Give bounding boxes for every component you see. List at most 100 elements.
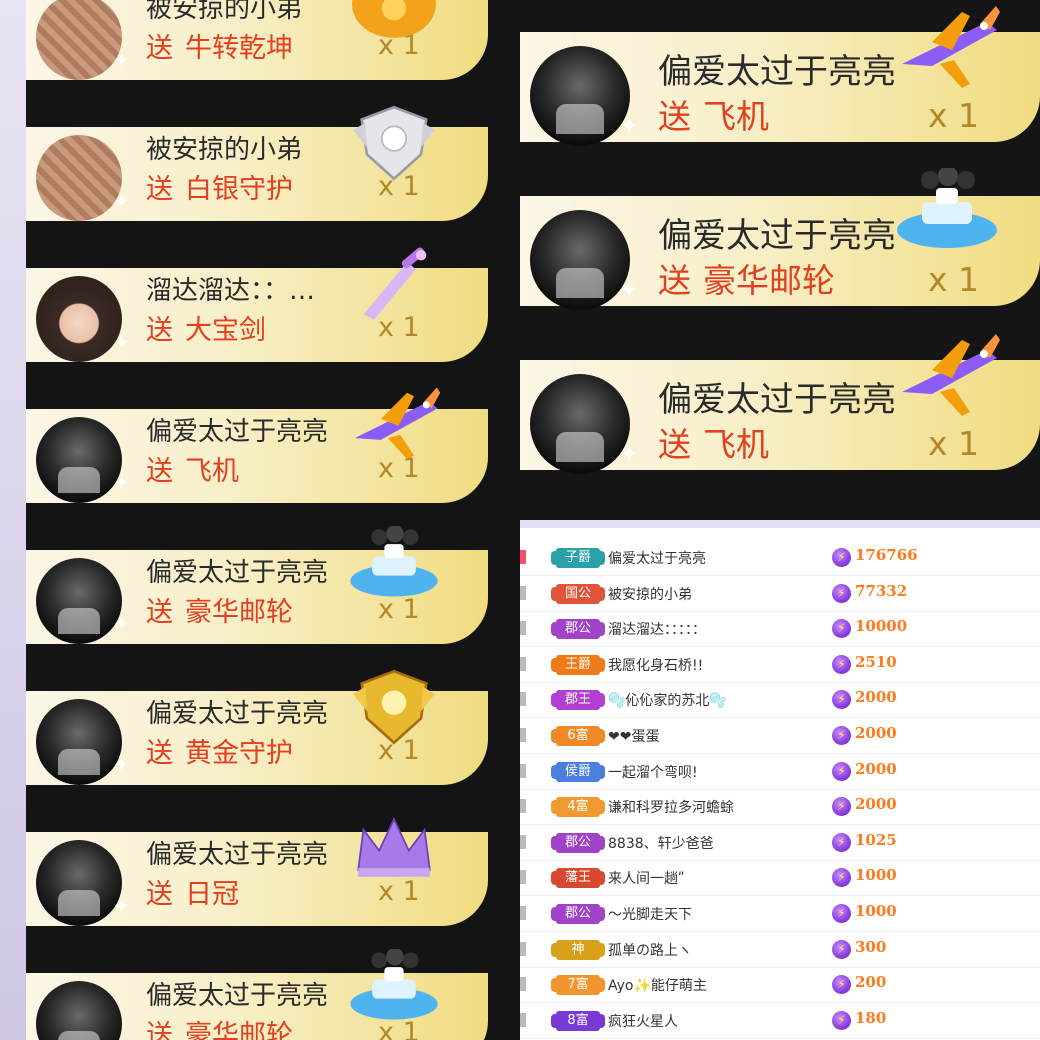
crown-icon: [346, 808, 442, 888]
send-verb: 送: [146, 174, 173, 205]
gift-name: 飞机: [703, 97, 769, 136]
sparkle-icon: ✦: [114, 896, 130, 917]
level-badge: 4富: [551, 797, 605, 818]
sender-name[interactable]: 偏爱太过于亮亮: [146, 834, 328, 871]
ranking-row[interactable]: 6富 ❤❤蛋蛋 ⚡ 2000: [520, 718, 1040, 754]
ranking-username[interactable]: 8838、轩少爸爸: [608, 833, 714, 853]
ranking-header-bar: [520, 520, 1040, 528]
gift-description: 送飞机: [658, 90, 769, 138]
gift-name: 豪华邮轮: [185, 597, 293, 628]
sender-name[interactable]: 偏爱太过于亮亮: [146, 552, 328, 589]
contribution-ranking[interactable]: 子爵 偏爱太过于亮亮 ⚡ 176766 国公 被安掠的小弟 ⚡ 77332 郡公 溜达溜达：：：：…: [520, 520, 1040, 1040]
contribution-points: 1000: [855, 902, 897, 920]
sender-name[interactable]: 偏爱太过于亮亮: [658, 372, 896, 421]
ranking-row[interactable]: 郡公 8838、轩少爸爸 ⚡ 1025: [520, 825, 1040, 861]
contribution-points: 1000: [855, 866, 897, 885]
ranking-username[interactable]: 我愿化身石桥!!: [608, 655, 703, 675]
coin-icon: ⚡: [832, 654, 851, 674]
avatar[interactable]: [36, 840, 122, 926]
ranking-username[interactable]: ❤❤蛋蛋: [608, 726, 659, 746]
avatar[interactable]: [36, 981, 122, 1040]
silver-shield-icon: [346, 103, 442, 183]
ranking-row[interactable]: 国公 被安掠的小弟 ⚡ 77332: [520, 576, 1040, 612]
gift-message-card: ✦ 溜达溜达：：… 送大宝剑 x 1: [26, 247, 488, 362]
level-badge: 王爵: [551, 654, 605, 675]
rank-marker: [520, 550, 526, 564]
rank-marker: [520, 977, 526, 992]
ranking-row[interactable]: 4富 谦和科罗拉多河蟾蜍 ⚡ 2000: [520, 789, 1040, 826]
avatar[interactable]: [530, 46, 630, 146]
ranking-row[interactable]: 王爵 我愿化身石桥!! ⚡ 2510: [520, 647, 1040, 683]
ranking-username[interactable]: 谦和科罗拉多河蟾蜍: [608, 797, 734, 817]
avatar[interactable]: [530, 374, 630, 474]
avatar[interactable]: [36, 276, 122, 362]
coin-icon: ⚡: [832, 939, 851, 959]
gift-feed-left[interactable]: ✦ 被安掠的小弟送牛转乾坤 x 1 ✦ 被安掠的小弟送白银守护 x 1 ✦ 溜达溜达：：… 送大…: [26, 0, 520, 1040]
send-verb: 送: [146, 315, 173, 346]
gift-feed-right[interactable]: ✦ 偏爱太过于亮亮送飞机 x 1 ✦ 偏爱太过于亮亮送豪华邮轮 x 1 ✦ 偏爱太过于亮亮送飞…: [520, 0, 1040, 520]
ranking-row[interactable]: 8富 疯狂火星人 ⚡ 180: [520, 1003, 1040, 1039]
level-badge: 藩王: [551, 868, 605, 889]
ranking-row[interactable]: 子爵 偏爱太过于亮亮 ⚡ 176766: [520, 540, 1040, 576]
ranking-row[interactable]: 郡公 溜达溜达：：：：： ⚡ 10000: [520, 611, 1040, 648]
sender-name[interactable]: 偏爱太过于亮亮: [658, 44, 896, 93]
ranking-row[interactable]: 藩王 来人间一趟ʺ ⚡ 1000: [520, 860, 1040, 897]
coin-icon: ⚡: [832, 761, 851, 781]
ranking-username[interactable]: 溜达溜达：：：：：: [608, 619, 706, 639]
gift-message-card: ✦ 偏爱太过于亮亮送飞机 x 1: [26, 387, 488, 503]
ranking-row[interactable]: 侯爵 一起溜个弯呗! ⚡ 2000: [520, 754, 1040, 790]
avatar[interactable]: [36, 558, 122, 644]
level-badge: 8富: [551, 1010, 605, 1031]
avatar[interactable]: [36, 417, 122, 503]
gift-name: 大宝剑: [185, 315, 266, 346]
ranking-username[interactable]: 被安掠的小弟: [608, 584, 692, 604]
contribution-points: 2000: [855, 795, 897, 814]
gift-quantity: x 1: [928, 96, 980, 135]
coin-icon: ⚡: [832, 797, 851, 817]
ranking-username[interactable]: ～光脚走天下: [608, 904, 692, 924]
gift-message-card: ✦ 偏爱太过于亮亮送飞机 x 1: [520, 334, 1040, 474]
gift-description: 送豪华邮轮: [146, 1013, 293, 1040]
gift-description: 送大宝剑: [146, 308, 266, 347]
ranking-row[interactable]: 神孤单の路上ヽ ⚡ 300: [520, 932, 1040, 968]
rank-marker: [520, 585, 526, 600]
send-verb: 送: [146, 738, 173, 769]
contribution-points: 2510: [855, 652, 897, 671]
coin-icon: ⚡: [832, 1010, 851, 1030]
ranking-username[interactable]: Ayo✨能仔萌主: [608, 975, 707, 995]
sparkle-icon: ✦: [114, 614, 130, 635]
ranking-row[interactable]: 7富 Ayo✨能仔萌主 ⚡ 200: [520, 967, 1040, 1004]
level-badge: 子爵: [551, 548, 605, 568]
avatar[interactable]: [36, 0, 122, 80]
sender-name[interactable]: 偏爱太过于亮亮: [658, 208, 896, 257]
gift-description: 送牛转乾坤: [146, 26, 293, 65]
coin-icon: ⚡: [832, 832, 851, 852]
ranking-row[interactable]: 郡王 🫧伈伈家的苏北🫧 ⚡ 2000: [520, 682, 1040, 719]
ranking-row[interactable]: 郡公 ～光脚走天下 ⚡ 1000: [520, 896, 1040, 932]
contribution-points: 2000: [855, 724, 897, 742]
sender-name[interactable]: 被安掠的小弟: [146, 0, 302, 25]
coin-icon: ⚡: [832, 548, 851, 567]
rank-marker: [520, 906, 526, 920]
send-verb: 送: [146, 597, 173, 628]
ranking-username[interactable]: 孤单の路上ヽ: [608, 940, 692, 960]
avatar[interactable]: [36, 135, 122, 221]
ranking-username[interactable]: 🫧伈伈家的苏北🫧: [608, 690, 727, 710]
level-badge: 郡公: [551, 904, 605, 924]
ranking-username[interactable]: 来人间一趟ʺ: [608, 868, 684, 888]
avatar[interactable]: [530, 210, 630, 310]
sender-name[interactable]: 溜达溜达：：…: [146, 270, 315, 307]
sender-name[interactable]: 被安掠的小弟: [146, 129, 302, 166]
coin-icon: ⚡: [832, 690, 851, 710]
ranking-username[interactable]: 偏爱太过于亮亮: [608, 548, 706, 568]
sparkle-icon: ✦: [114, 755, 130, 776]
sender-name[interactable]: 偏爱太过于亮亮: [146, 411, 328, 448]
ranking-username[interactable]: 一起溜个弯呗!: [608, 762, 698, 782]
gift-message-card: ✦ 被安掠的小弟送牛转乾坤 x 1: [26, 0, 488, 80]
sender-name[interactable]: 偏爱太过于亮亮: [146, 975, 328, 1012]
ranking-username[interactable]: 疯狂火星人: [608, 1011, 678, 1031]
contribution-points: 176766: [855, 546, 918, 564]
sender-name[interactable]: 偏爱太过于亮亮: [146, 693, 328, 730]
cruise-ship-icon: [892, 168, 1002, 258]
avatar[interactable]: [36, 699, 122, 785]
